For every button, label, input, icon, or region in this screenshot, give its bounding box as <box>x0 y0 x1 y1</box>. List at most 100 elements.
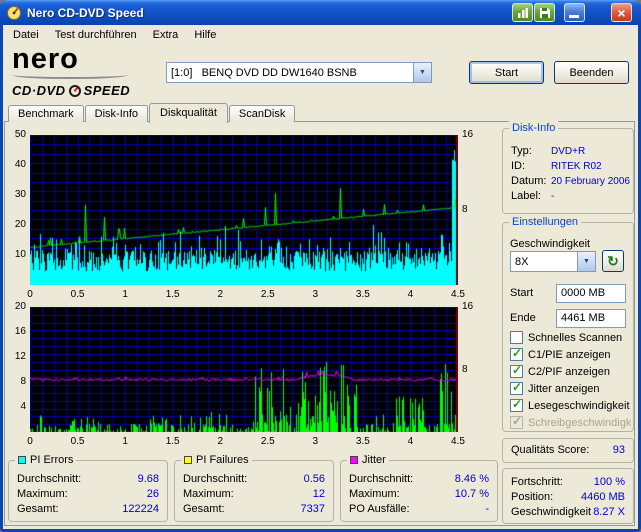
refresh-icon: ↻ <box>607 253 619 269</box>
checkbox-icon <box>510 382 523 395</box>
checkbox-icon <box>510 348 523 361</box>
refresh-speeds-button[interactable]: ↻ <box>602 250 624 272</box>
tab-bar: Benchmark Disk-Info Diskqualität ScanDis… <box>8 102 296 123</box>
axis-tick-label: 0 <box>27 289 33 300</box>
axis-tick-label: 8 <box>20 376 26 387</box>
start-button-label: Start <box>494 66 519 79</box>
titlebar[interactable]: Nero CD-DVD Speed × <box>0 0 641 25</box>
axis-tick-label: 0.5 <box>70 289 85 300</box>
quit-button[interactable]: Beenden <box>554 61 629 84</box>
axis-tick-label: 3.5 <box>355 436 370 447</box>
stat-value: 8.46 % <box>454 473 489 485</box>
axis-tick-label: 4 <box>20 401 26 412</box>
pi-failures-jitter-chart-canvas <box>30 307 458 432</box>
stat-value: 9.68 <box>137 473 159 485</box>
axis-tick-label: 3 <box>312 289 319 300</box>
quality-score-label: Qualitäts Score: <box>511 444 590 456</box>
end-position-label: Ende <box>510 312 536 324</box>
axis-tick-label: 2 <box>217 436 223 447</box>
axis-tick-label: 4 <box>407 436 414 447</box>
speedometer-icon <box>68 84 81 97</box>
axis-tick-label: 3 <box>312 436 319 447</box>
start-button[interactable]: Start <box>469 61 544 84</box>
axis-tick-label: 1.5 <box>165 436 180 447</box>
minimize-button[interactable] <box>564 3 585 22</box>
axis-tick-label: 1.5 <box>165 289 180 300</box>
panel-title: PI Errors <box>30 453 74 466</box>
drive-select[interactable]: [1:0] BENQ DVD DD DW1640 BSNB ▼ <box>166 62 432 83</box>
axis-tick-label: 2 <box>217 289 223 300</box>
checkbox-schnelles-scannen[interactable]: Schnelles Scannen <box>510 331 632 344</box>
menubar: Datei Test durchführen Extra Hilfe <box>3 25 638 44</box>
position-value: 4460 MB <box>580 491 625 503</box>
pi-errors-chart-canvas <box>30 135 458 285</box>
menu-test-durchfuehren[interactable]: Test durchführen <box>47 27 145 43</box>
tab-scandisk[interactable]: ScanDisk <box>228 105 296 122</box>
stat-label: PO Ausfälle: <box>349 503 410 515</box>
panel-title: Jitter <box>362 453 386 466</box>
chevron-down-icon[interactable]: ▼ <box>577 252 595 271</box>
quality-score-value: 93 <box>612 444 625 456</box>
checkbox-lesegeschwindigkeit[interactable]: Lesegeschwindigkeit a <box>510 399 632 412</box>
panel-title: Einstellungen <box>512 215 579 228</box>
capture-chart-button[interactable] <box>512 3 533 22</box>
start-position-label: Start <box>510 287 534 299</box>
speed-select[interactable]: 8X ▼ <box>510 251 596 272</box>
checkbox-jitter[interactable]: Jitter anzeigen <box>510 382 632 395</box>
quality-score-panel: Qualitäts Score: 93 <box>502 438 634 463</box>
logo-cddvd-text: CD·DVD <box>12 83 66 98</box>
chart-icon <box>517 7 528 18</box>
position-label: Position: <box>511 491 554 503</box>
app-window: Nero CD-DVD Speed × Datei Test durchführ… <box>0 0 641 532</box>
stat-label: Durchschnitt: <box>183 473 248 485</box>
checkbox-c1-pie[interactable]: C1/PIE anzeigen <box>510 348 632 361</box>
menu-extra[interactable]: Extra <box>145 27 187 43</box>
checkbox-icon <box>510 399 523 412</box>
checkbox-icon <box>510 416 523 429</box>
chevron-down-icon[interactable]: ▼ <box>413 63 431 82</box>
pi-errors-swatch <box>18 455 26 464</box>
checkbox-icon <box>510 365 523 378</box>
disk-label-value: - <box>551 191 555 202</box>
jitter-swatch <box>350 455 358 464</box>
save-image-button[interactable] <box>534 3 555 22</box>
quit-button-label: Beenden <box>569 66 614 79</box>
current-speed-value: 8.27 X <box>593 506 625 518</box>
stat-value: 12 <box>312 488 325 500</box>
tab-diskqualitaet[interactable]: Diskqualität <box>149 103 228 123</box>
checkbox-c2-pif[interactable]: C2/PIF anzeigen <box>510 365 632 378</box>
current-speed-label: Geschwindigkeit <box>511 506 592 518</box>
axis-tick-label: 3.5 <box>355 289 370 300</box>
field-label: Datum: <box>511 175 547 187</box>
disk-id-value: RITEK R02 <box>551 161 602 172</box>
close-button[interactable]: × <box>611 3 632 22</box>
close-icon: × <box>617 4 626 21</box>
checkbox-icon <box>510 331 523 344</box>
axis-tick-label: 0 <box>27 436 33 447</box>
axis-tick-label: 1 <box>122 289 128 300</box>
stat-label: Maximum: <box>17 488 68 500</box>
axis-tick-label: 1 <box>122 436 128 447</box>
stat-label: Gesamt: <box>183 503 225 515</box>
checkbox-schreibgeschwindigkeit: Schreibgeschwindigkei <box>510 416 632 429</box>
start-position-field[interactable]: 0000 MB <box>556 284 626 303</box>
tab-benchmark[interactable]: Benchmark <box>8 105 84 122</box>
stat-value: - <box>485 503 489 515</box>
tab-disk-info[interactable]: Disk-Info <box>84 105 149 122</box>
pi-failures-swatch <box>184 455 192 464</box>
axis-tick-label: 4.5 <box>451 289 465 300</box>
axis-tick-label: 0.5 <box>70 436 85 447</box>
end-position-field[interactable]: 4461 MB <box>556 309 626 328</box>
floppy-icon <box>539 7 550 18</box>
app-icon <box>7 5 21 20</box>
axis-tick-label: 2.5 <box>260 289 275 300</box>
menu-hilfe[interactable]: Hilfe <box>186 27 224 43</box>
menu-datei[interactable]: Datei <box>5 27 47 43</box>
stat-label: Gesamt: <box>17 503 59 515</box>
panel-title: Disk-Info <box>512 121 556 134</box>
axis-tick-label: 8 <box>462 204 468 215</box>
axis-tick-label: 16 <box>14 326 26 337</box>
field-label: Typ: <box>511 145 532 157</box>
stat-value: 0.56 <box>303 473 325 485</box>
stat-label: Durchschnitt: <box>17 473 82 485</box>
